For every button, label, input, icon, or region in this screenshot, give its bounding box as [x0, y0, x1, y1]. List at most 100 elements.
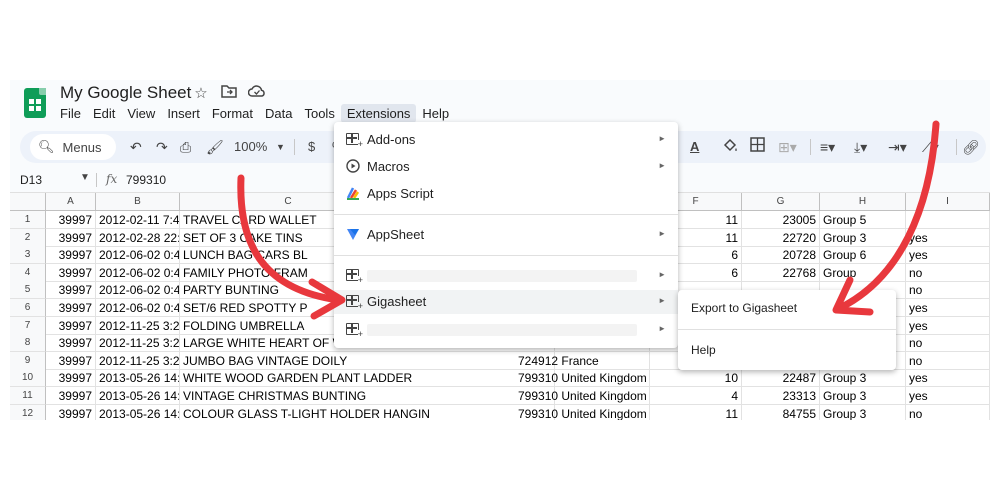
merge-cells-icon[interactable]: ⊞▾: [778, 137, 797, 157]
cell-e[interactable]: 799310 United Kingdom: [515, 369, 650, 388]
menu-extensions[interactable]: Extensions: [340, 104, 417, 123]
text-color-icon[interactable]: A: [690, 137, 699, 157]
cell-b[interactable]: 2012-06-02 0:42: [96, 299, 180, 317]
paint-format-icon[interactable]: 🖌︎: [206, 137, 224, 157]
chevron-down-icon[interactable]: ▼: [276, 137, 285, 157]
cell-a[interactable]: 39997: [46, 387, 96, 405]
row-header[interactable]: 5: [10, 281, 46, 300]
cell-c[interactable]: COLOUR GLASS T-LIGHT HOLDER HANGIN: [180, 404, 555, 420]
cell-i[interactable]: yes: [906, 299, 990, 317]
cell-h[interactable]: Group 3: [820, 387, 906, 405]
row-header[interactable]: 9: [10, 351, 46, 370]
menu-item-add-ons[interactable]: + Add-ons ►: [334, 128, 678, 152]
horizontal-align-icon[interactable]: ≡▾: [820, 137, 835, 157]
fill-color-icon[interactable]: [722, 137, 738, 157]
row-header[interactable]: 3: [10, 246, 46, 265]
cell-i[interactable]: yes: [906, 246, 990, 265]
row-header[interactable]: 7: [10, 316, 46, 335]
cell-h[interactable]: Group 3: [820, 369, 906, 388]
menu-view[interactable]: View: [121, 104, 161, 123]
cell-i[interactable]: [906, 211, 990, 229]
cell-i[interactable]: yes: [906, 369, 990, 388]
menu-insert[interactable]: Insert: [161, 104, 206, 123]
cell-b[interactable]: 2012-11-25 3:27: [96, 334, 180, 353]
star-icon[interactable]: ☆: [192, 84, 210, 102]
row-header[interactable]: 8: [10, 334, 46, 353]
redo-icon[interactable]: ↷: [156, 137, 168, 157]
cell-h[interactable]: Group: [820, 263, 906, 282]
cell-a[interactable]: 39997: [46, 334, 96, 353]
row-header[interactable]: 4: [10, 263, 46, 282]
column-header[interactable]: B: [96, 193, 180, 211]
cell-g[interactable]: 23005: [742, 211, 820, 229]
cell-b[interactable]: 2013-05-26 14:2: [96, 387, 180, 405]
cell-e[interactable]: 799310 United Kingdom: [515, 387, 650, 405]
name-box[interactable]: D13: [20, 173, 42, 187]
cell-b[interactable]: 2012-11-25 3:27: [96, 316, 180, 335]
cell-b[interactable]: 2012-02-28 22:2: [96, 228, 180, 247]
cloud-status-icon[interactable]: [247, 84, 266, 102]
cell-g[interactable]: 22720: [742, 228, 820, 247]
cell-c[interactable]: VINTAGE CHRISTMAS BUNTING: [180, 387, 555, 405]
cell-i[interactable]: yes: [906, 228, 990, 247]
cell-b[interactable]: 2012-06-02 0:42: [96, 246, 180, 265]
cell-b[interactable]: 2012-06-02 0:42: [96, 263, 180, 282]
cell-g[interactable]: 84755: [742, 404, 820, 420]
cell-c[interactable]: JUMBO BAG VINTAGE DOILY: [180, 351, 555, 370]
menu-item-addon-hidden[interactable]: + ►: [334, 264, 678, 288]
document-title[interactable]: My Google Sheet: [60, 83, 191, 103]
cell-a[interactable]: 39997: [46, 228, 96, 247]
cell-b[interactable]: 2012-06-02 0:42: [96, 281, 180, 300]
insert-link-icon[interactable]: 🔗︎: [962, 137, 980, 157]
cell-i[interactable]: no: [906, 351, 990, 370]
submenu-item-export-to-gigasheet[interactable]: Export to Gigasheet: [678, 296, 896, 320]
submenu-item-help[interactable]: Help: [678, 338, 896, 362]
text-rotation-icon[interactable]: ⟋▾: [922, 137, 939, 157]
menu-file[interactable]: File: [54, 104, 87, 123]
cell-i[interactable]: yes: [906, 316, 990, 335]
print-icon[interactable]: ⎙: [180, 137, 191, 157]
column-header[interactable]: I: [906, 193, 990, 211]
row-header[interactable]: 11: [10, 387, 46, 405]
select-all-corner[interactable]: [10, 193, 46, 211]
cell-h[interactable]: Group 6: [820, 246, 906, 265]
menu-data[interactable]: Data: [259, 104, 298, 123]
cell-a[interactable]: 39997: [46, 246, 96, 265]
row-header[interactable]: 10: [10, 369, 46, 388]
menu-help[interactable]: Help: [416, 104, 455, 123]
cell-b[interactable]: 2012-02-11 7:40: [96, 211, 180, 229]
cell-f[interactable]: 10: [650, 369, 742, 388]
cell-a[interactable]: 39997: [46, 369, 96, 388]
column-header[interactable]: H: [820, 193, 906, 211]
cell-g[interactable]: 23313: [742, 387, 820, 405]
cell-h[interactable]: Group 3: [820, 228, 906, 247]
row-header[interactable]: 1: [10, 211, 46, 229]
menu-item-appsheet[interactable]: AppSheet ►: [334, 223, 678, 247]
cell-a[interactable]: 39997: [46, 316, 96, 335]
cell-g[interactable]: 20728: [742, 246, 820, 265]
vertical-align-icon[interactable]: ⤓▾: [854, 137, 867, 157]
sheets-logo-icon[interactable]: [24, 88, 46, 118]
cell-h[interactable]: Group 5: [820, 211, 906, 229]
menu-item-apps-script[interactable]: Apps Script: [334, 182, 678, 206]
text-wrap-icon[interactable]: ⇥▾: [888, 137, 907, 157]
cell-g[interactable]: 22487: [742, 369, 820, 388]
cell-g[interactable]: 22768: [742, 263, 820, 282]
cell-f[interactable]: 11: [650, 404, 742, 420]
row-header[interactable]: 2: [10, 228, 46, 247]
cell-i[interactable]: no: [906, 404, 990, 420]
cell-h[interactable]: Group 3: [820, 404, 906, 420]
cell-b[interactable]: 2013-05-26 14:2: [96, 369, 180, 388]
menu-tools[interactable]: Tools: [298, 104, 340, 123]
borders-icon[interactable]: [750, 137, 765, 157]
cell-i[interactable]: yes: [906, 387, 990, 405]
column-header[interactable]: G: [742, 193, 820, 211]
menu-format[interactable]: Format: [206, 104, 259, 123]
cell-f[interactable]: 4: [650, 387, 742, 405]
row-header[interactable]: 12: [10, 404, 46, 420]
zoom-select[interactable]: 100%: [234, 137, 267, 157]
menu-item-macros[interactable]: Macros ►: [334, 155, 678, 179]
cell-i[interactable]: no: [906, 334, 990, 353]
menu-item-addon-hidden[interactable]: + ►: [334, 318, 678, 342]
cell-e[interactable]: 799310 United Kingdom: [515, 404, 650, 420]
